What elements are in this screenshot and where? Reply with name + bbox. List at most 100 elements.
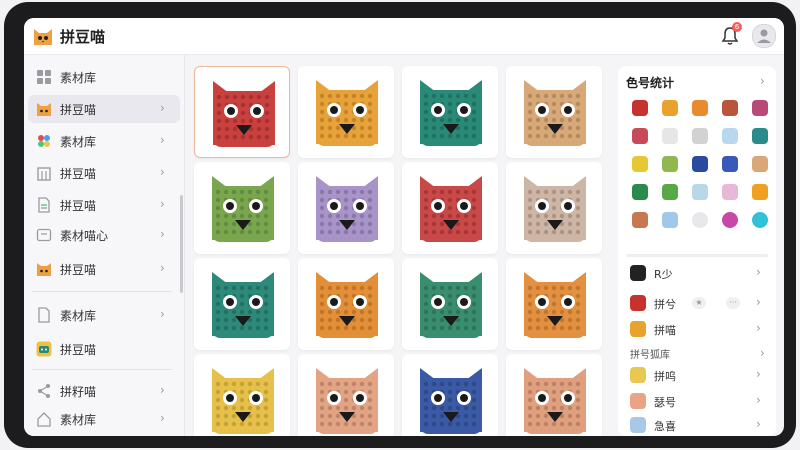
color-swatch[interactable]	[632, 184, 648, 200]
sidebar-item-label: 拼豆喵	[60, 199, 97, 213]
bead-color-dot	[630, 393, 646, 409]
color-stats-panel: 色号统计 › R少 › 拼兮 ★ ··· › 拼喵 › 拼号狐库 › 拼呜 › …	[618, 66, 776, 436]
more-icon[interactable]: ···	[726, 297, 740, 309]
pattern-tile-red-cat-2[interactable]	[402, 162, 498, 254]
chevron-right-icon: ›	[756, 265, 761, 279]
bead-row[interactable]: 拼呜 ›	[626, 364, 772, 386]
color-swatch[interactable]	[662, 156, 678, 172]
sidebar-item-6[interactable]: 拼豆喵 ›	[28, 255, 180, 283]
bead-row[interactable]: 拼喵 ›	[626, 318, 772, 340]
chevron-right-icon[interactable]: ›	[760, 74, 765, 88]
color-swatch[interactable]	[632, 128, 648, 144]
sidebar-scrollbar[interactable]	[180, 195, 183, 293]
bead-row[interactable]: 急喜 ›	[626, 414, 772, 436]
cat-bead-icon	[212, 272, 274, 338]
pattern-tile-red-cat[interactable]	[194, 66, 290, 158]
building-icon	[37, 167, 51, 181]
sidebar-item-8[interactable]: 拼豆喵	[28, 335, 180, 363]
color-swatch[interactable]	[662, 128, 678, 144]
sidebar-item-4[interactable]: 拼豆喵 ›	[28, 191, 180, 219]
color-swatch[interactable]	[752, 184, 768, 200]
sidebar-item-5[interactable]: 素材喵心 ›	[28, 221, 180, 249]
sidebar-item-label: 素材库	[60, 135, 97, 149]
color-swatch[interactable]	[692, 128, 708, 144]
color-swatch[interactable]	[692, 100, 708, 116]
panel-title: 色号统计	[626, 76, 675, 90]
bead-color-dot	[630, 295, 646, 311]
grid-icon	[37, 70, 51, 84]
pattern-tile-orange-cat[interactable]	[298, 66, 394, 158]
pattern-tile-teal-cat-3[interactable]	[402, 258, 498, 350]
sidebar-item-7[interactable]: 素材库 ›	[28, 301, 180, 329]
pin-icon[interactable]: ★	[692, 297, 706, 309]
pattern-tile-beige-cat[interactable]	[506, 162, 602, 254]
pattern-tile-lavender-cat[interactable]	[298, 162, 394, 254]
color-swatch[interactable]	[722, 128, 738, 144]
color-swatch[interactable]	[722, 184, 738, 200]
chevron-right-icon: ›	[160, 383, 165, 397]
bead-color-dot	[630, 367, 646, 383]
sidebar-item-1[interactable]: 拼豆喵 ›	[28, 95, 180, 123]
chevron-right-icon: ›	[160, 101, 165, 115]
pattern-tile-navy-cat[interactable]	[402, 354, 498, 436]
color-swatch[interactable]	[722, 100, 738, 116]
app-screen: 拼豆喵 6 素材库 拼豆喵 › 素材库 › 拼豆喵 › 拼豆喵 › 素材喵心 ›…	[24, 18, 784, 436]
color-swatch[interactable]	[752, 128, 768, 144]
sidebar-item-label: 拼豆喵	[60, 263, 97, 277]
color-swatch[interactable]	[722, 212, 738, 228]
sidebar-item-9[interactable]: 拼籽喵 ›	[28, 377, 180, 405]
pattern-tile-yellow-cat[interactable]	[194, 354, 290, 436]
pattern-tile-tan-cat[interactable]	[506, 66, 602, 158]
pattern-tile-peach-cat[interactable]	[298, 354, 394, 436]
bead-label: 急喜	[654, 420, 676, 433]
card-icon	[36, 228, 52, 242]
pattern-tile-green-cat[interactable]	[194, 162, 290, 254]
bead-row[interactable]: 拼兮 ★ ··· ›	[626, 292, 772, 314]
color-swatch[interactable]	[722, 156, 738, 172]
sidebar-item-0[interactable]: 素材库	[28, 63, 180, 91]
cat-logo-icon	[34, 29, 52, 45]
cat-bead-icon	[524, 176, 586, 242]
chevron-right-icon: ›	[160, 411, 165, 425]
cat-bead-icon	[212, 368, 274, 434]
color-swatch[interactable]	[752, 100, 768, 116]
sidebar-item-10[interactable]: 素材库 ›	[28, 405, 180, 433]
bead-label: R少	[654, 268, 673, 281]
sidebar-item-2[interactable]: 素材库 ›	[28, 127, 180, 155]
user-icon	[757, 29, 771, 43]
color-swatch[interactable]	[632, 156, 648, 172]
avatar[interactable]	[752, 24, 776, 48]
color-swatch[interactable]	[692, 212, 708, 228]
bead-row[interactable]: 瑟号 ›	[626, 390, 772, 412]
pattern-tile-teal-cat[interactable]	[402, 66, 498, 158]
chevron-right-icon: ›	[160, 197, 165, 211]
top-bar: 拼豆喵 6	[24, 18, 784, 55]
cat-bead-icon	[316, 80, 378, 146]
color-swatch[interactable]	[662, 100, 678, 116]
color-swatch[interactable]	[692, 156, 708, 172]
chevron-right-icon[interactable]: ›	[760, 346, 765, 360]
color-swatch[interactable]	[692, 184, 708, 200]
tablet-frame: 拼豆喵 6 素材库 拼豆喵 › 素材库 › 拼豆喵 › 拼豆喵 › 素材喵心 ›…	[4, 2, 796, 448]
cat-bead-icon	[316, 176, 378, 242]
color-swatch[interactable]	[752, 156, 768, 172]
colorful-leaves-icon	[38, 135, 50, 147]
document-icon	[38, 197, 50, 213]
bead-label: 拼喵	[654, 324, 676, 337]
pattern-tile-salmon-cat[interactable]	[506, 354, 602, 436]
color-swatch[interactable]	[632, 212, 648, 228]
pattern-tile-orange-cat-3[interactable]	[506, 258, 602, 350]
cat-bead-icon	[420, 80, 482, 146]
bead-row[interactable]: R少 ›	[626, 262, 772, 284]
sidebar-item-3[interactable]: 拼豆喵 ›	[28, 159, 180, 187]
pattern-tile-teal-cat-2[interactable]	[194, 258, 290, 350]
sidebar-item-label: 拼籽喵	[60, 385, 97, 399]
sidebar-item-label: 拼豆喵	[60, 103, 97, 117]
sidebar-item-label: 素材库	[60, 413, 97, 427]
color-swatch[interactable]	[752, 212, 768, 228]
color-swatch[interactable]	[662, 184, 678, 200]
color-swatch[interactable]	[662, 212, 678, 228]
color-swatch[interactable]	[632, 100, 648, 116]
bead-label: 拼兮	[654, 298, 676, 311]
pattern-tile-orange-cat-2[interactable]	[298, 258, 394, 350]
